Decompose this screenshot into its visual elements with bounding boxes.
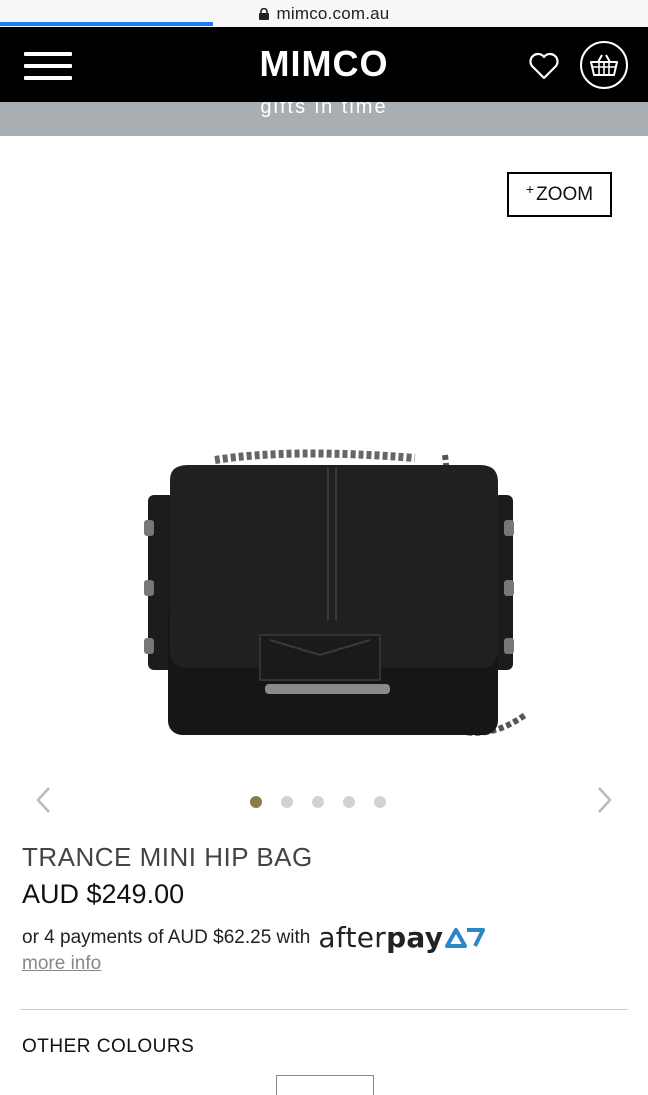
carousel-dot-1[interactable] bbox=[250, 796, 262, 808]
previous-image-arrow-icon[interactable] bbox=[30, 784, 58, 816]
basket-icon[interactable] bbox=[580, 41, 628, 89]
afterpay-logo[interactable]: afterpay bbox=[318, 921, 443, 954]
colour-swatch[interactable] bbox=[276, 1075, 374, 1095]
promo-banner[interactable]: gifts in time bbox=[0, 102, 648, 136]
more-info-link[interactable]: more info bbox=[22, 953, 101, 975]
next-image-arrow-icon[interactable] bbox=[590, 784, 618, 816]
carousel-dot-3[interactable] bbox=[312, 796, 324, 808]
product-price: AUD $249.00 bbox=[22, 879, 185, 909]
site-header: MIMCO bbox=[0, 27, 648, 102]
zoom-button[interactable]: + ZOOM bbox=[507, 172, 612, 217]
lock-icon bbox=[258, 7, 269, 20]
carousel-dots bbox=[250, 796, 386, 808]
afterpay-mark-icon bbox=[445, 927, 486, 948]
section-divider bbox=[20, 1009, 628, 1010]
carousel-dot-4[interactable] bbox=[343, 796, 355, 808]
url-text: mimco.com.au bbox=[276, 3, 390, 23]
afterpay-logo-pay: pay bbox=[386, 921, 444, 954]
page-loading-bar bbox=[0, 22, 213, 26]
carousel-dot-2[interactable] bbox=[281, 796, 293, 808]
carousel-dot-5[interactable] bbox=[374, 796, 386, 808]
afterpay-info: or 4 payments of AUD $62.25 with afterpa… bbox=[22, 921, 486, 954]
zoom-plus-icon: + bbox=[525, 180, 535, 197]
zoom-label: ZOOM bbox=[536, 183, 594, 205]
product-title: TRANCE MINI HIP BAG bbox=[22, 842, 313, 872]
afterpay-logo-after: after bbox=[318, 921, 387, 954]
banner-tagline: gifts in time bbox=[260, 102, 388, 118]
heart-icon[interactable] bbox=[528, 51, 560, 81]
product-image[interactable] bbox=[130, 440, 540, 760]
other-colours-heading: OTHER COLOURS bbox=[22, 1036, 195, 1057]
installment-text: or 4 payments of AUD $62.25 with bbox=[22, 926, 311, 948]
